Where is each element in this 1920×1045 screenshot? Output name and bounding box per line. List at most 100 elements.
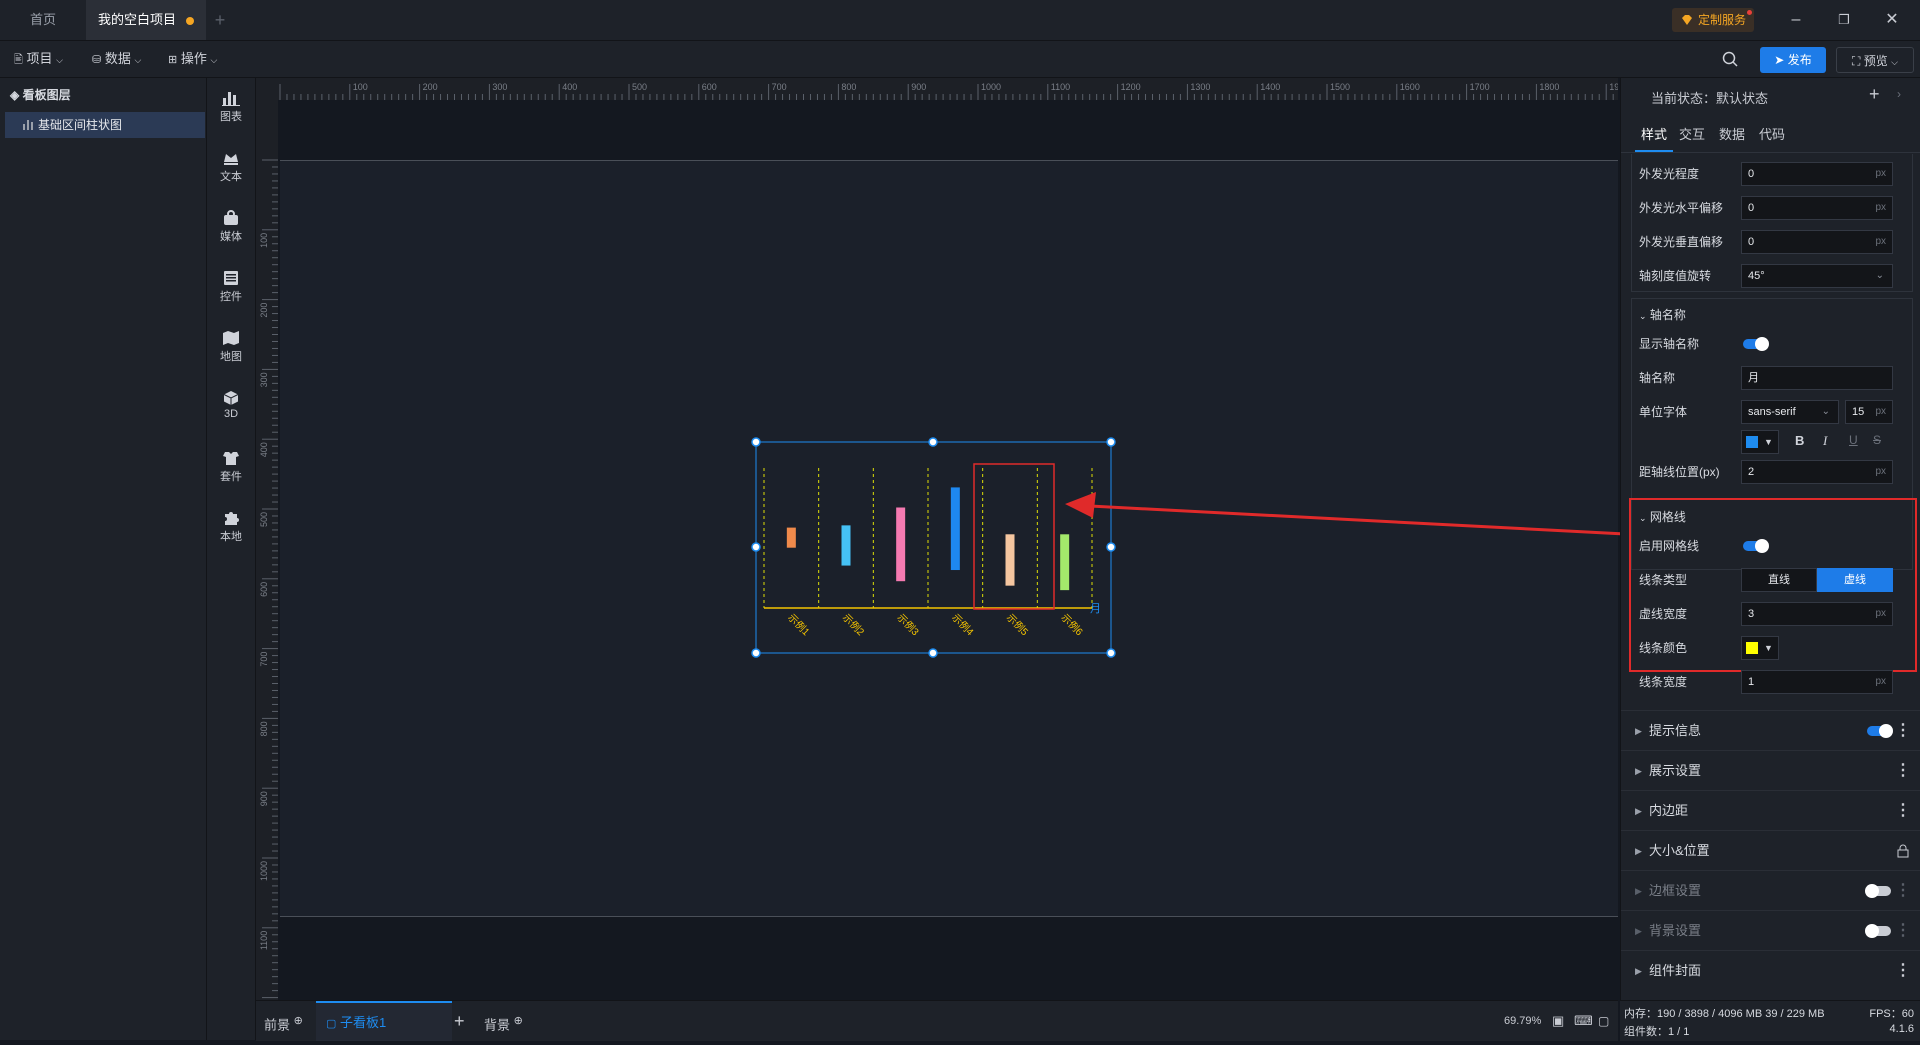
section-size-position[interactable]: ▶ 大小&位置: [1621, 830, 1920, 871]
tool-media[interactable]: 媒体: [207, 210, 255, 244]
border-toggle[interactable]: [1865, 884, 1891, 898]
background-toggle[interactable]: [1865, 924, 1891, 938]
bar[interactable]: [841, 525, 851, 566]
section-background[interactable]: ▶ 背景设置 ⋮: [1621, 910, 1920, 951]
resize-handle[interactable]: [1106, 542, 1116, 552]
range-bar-chart[interactable]: 示例1 示例2 示例3 示例4 示例5 示例6 月: [751, 437, 1116, 658]
line-color-picker[interactable]: ▼: [1741, 636, 1779, 660]
tool-chart[interactable]: 图表: [207, 90, 255, 124]
more-icon[interactable]: ⋮: [1895, 751, 1911, 791]
more-icon[interactable]: ⋮: [1895, 711, 1911, 751]
tab-data[interactable]: 数据: [1719, 118, 1745, 152]
more-icon[interactable]: ⋮: [1895, 791, 1911, 831]
tab-interaction[interactable]: 交互: [1679, 118, 1705, 152]
tool-text[interactable]: 文本: [207, 150, 255, 184]
resize-handle[interactable]: [1106, 648, 1116, 658]
menu-data[interactable]: ⛁ 数据 ⌵: [92, 41, 141, 77]
ruler-label: 1300: [1190, 82, 1210, 92]
section-display[interactable]: ▶ 展示设置 ⋮: [1621, 750, 1920, 791]
glow-strength-input[interactable]: 0 px: [1741, 162, 1893, 186]
resize-handle[interactable]: [751, 437, 761, 447]
tab-label: 子看板1: [340, 1015, 387, 1030]
fit-screen-icon[interactable]: ▣: [1552, 1001, 1564, 1041]
resize-handle[interactable]: [1106, 437, 1116, 447]
bar[interactable]: [1005, 534, 1015, 586]
section-border[interactable]: ▶ 边框设置 ⋮: [1621, 870, 1920, 911]
ruler-label: 700: [259, 652, 269, 667]
ruler-label: 1600: [1400, 82, 1420, 92]
property-tabs: 样式 交互 数据 代码: [1621, 118, 1920, 153]
new-tab-button[interactable]: +: [206, 0, 234, 40]
keyboard-icon[interactable]: ⌨: [1574, 1001, 1593, 1041]
tool-map[interactable]: 地图: [207, 330, 255, 364]
font-size-input[interactable]: 15 px: [1845, 400, 1893, 424]
tab-sub-board[interactable]: ▢ 子看板1: [316, 1001, 452, 1041]
preview-button[interactable]: ⛶ 预览 ⌵: [1836, 47, 1914, 73]
strikethrough-icon[interactable]: S: [1873, 433, 1881, 447]
more-icon[interactable]: ⋮: [1895, 871, 1911, 911]
bar[interactable]: [1060, 534, 1070, 591]
terminal-icon[interactable]: ▢: [1598, 1001, 1609, 1041]
tab-style[interactable]: 样式: [1635, 118, 1673, 152]
tab-background[interactable]: 背景 ⊕: [484, 1001, 523, 1041]
tool-label: 图表: [220, 111, 242, 123]
tab-code[interactable]: 代码: [1759, 118, 1785, 152]
resize-handle[interactable]: [751, 542, 761, 552]
underline-icon[interactable]: U: [1849, 433, 1858, 447]
enable-grid-toggle[interactable]: [1743, 539, 1769, 553]
resize-handle[interactable]: [751, 648, 761, 658]
publish-button[interactable]: ➤ 发布: [1760, 47, 1826, 73]
layer-item[interactable]: 基础区间柱状图: [5, 112, 205, 138]
glow-h-offset-input[interactable]: 0 px: [1741, 196, 1893, 220]
tool-3d[interactable]: 3D: [207, 390, 255, 420]
axis-name-header[interactable]: ⌄ 轴名称: [1639, 306, 1686, 323]
menu-project[interactable]: 🖹 项目 ⌵: [14, 41, 63, 77]
section-tooltip[interactable]: ▶ 提示信息 ⋮: [1621, 710, 1920, 751]
color-swatch: [1746, 436, 1758, 448]
custom-service-button[interactable]: 定制服务: [1672, 8, 1755, 32]
menu-operation[interactable]: ⊞ 操作 ⌵: [168, 41, 217, 77]
add-board-button[interactable]: +: [454, 1001, 465, 1041]
font-family-select[interactable]: sans-serif ⌄: [1741, 400, 1839, 424]
more-icon[interactable]: ⋮: [1895, 911, 1911, 951]
zoom-level[interactable]: 69.79%: [1504, 1001, 1541, 1041]
section-cover[interactable]: ▶ 组件封面 ⋮: [1621, 950, 1920, 991]
resize-handle[interactable]: [928, 648, 938, 658]
font-color-picker[interactable]: ▼: [1741, 430, 1779, 454]
grid-header[interactable]: ⌄ 网格线: [1639, 508, 1686, 525]
tab-foreground[interactable]: 前景 ⊕: [264, 1001, 303, 1041]
axis-name-input[interactable]: 月: [1741, 366, 1893, 390]
line-width-input[interactable]: 1 px: [1741, 670, 1893, 694]
tooltip-toggle[interactable]: [1867, 724, 1893, 738]
add-state-button[interactable]: +: [1869, 84, 1880, 105]
minimize-icon[interactable]: –: [1774, 0, 1818, 40]
tool-local[interactable]: 本地: [207, 510, 255, 544]
ruler-label: 800: [841, 82, 856, 92]
bar[interactable]: [950, 487, 960, 571]
tab-my-project[interactable]: 我的空白项目: [86, 0, 206, 40]
chevron-right-icon[interactable]: ›: [1897, 87, 1901, 101]
bold-icon[interactable]: B: [1795, 433, 1804, 448]
lock-icon[interactable]: [1897, 844, 1909, 858]
tick-rotate-select[interactable]: 45° ⌄: [1741, 264, 1893, 288]
italic-icon[interactable]: I: [1823, 433, 1827, 449]
show-axis-name-toggle[interactable]: [1743, 337, 1769, 351]
more-icon[interactable]: ⋮: [1895, 951, 1911, 991]
close-icon[interactable]: ✕: [1870, 0, 1914, 40]
line-type-solid[interactable]: 直线: [1741, 568, 1817, 592]
glow-v-offset-input[interactable]: 0 px: [1741, 230, 1893, 254]
tool-kit[interactable]: 套件: [207, 450, 255, 484]
tool-control[interactable]: 控件: [207, 270, 255, 304]
line-type-dashed[interactable]: 虚线: [1817, 568, 1893, 592]
dash-width-input[interactable]: 3 px: [1741, 602, 1893, 626]
axis-offset-input[interactable]: 2 px: [1741, 460, 1893, 484]
section-padding[interactable]: ▶ 内边距 ⋮: [1621, 790, 1920, 831]
bar[interactable]: [896, 507, 906, 582]
add-circle-icon[interactable]: ⊕: [294, 1015, 303, 1027]
search-icon[interactable]: [1722, 51, 1738, 67]
resize-handle[interactable]: [928, 437, 938, 447]
bar[interactable]: [786, 527, 796, 548]
add-circle-icon[interactable]: ⊕: [514, 1015, 523, 1027]
tab-home[interactable]: 首页: [0, 0, 86, 40]
restore-icon[interactable]: ❐: [1822, 0, 1866, 40]
